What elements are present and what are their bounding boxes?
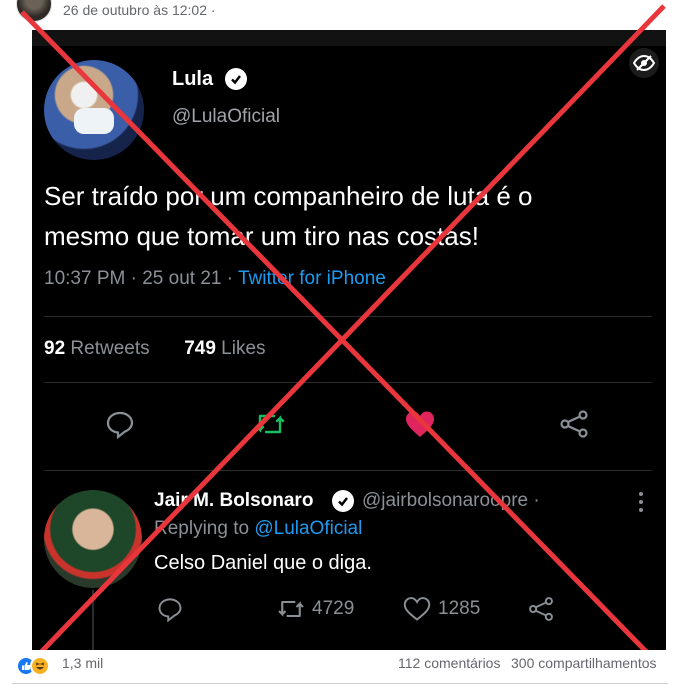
divider bbox=[44, 316, 652, 317]
divider bbox=[12, 683, 668, 684]
tweet-meta: 10:37 PM · 25 out 21 · Twitter for iPhon… bbox=[44, 268, 386, 290]
retweet-icon bbox=[278, 600, 304, 618]
reply-author-handle: @jairbolsonaroopre · bbox=[362, 490, 540, 511]
tweet-stats: 92 Retweets 749 Likes bbox=[44, 338, 266, 360]
retweet-icon bbox=[252, 406, 288, 442]
heart-icon bbox=[403, 597, 431, 621]
reply-retweet-count: 4729 bbox=[312, 598, 355, 619]
retweets-label: Retweets bbox=[65, 338, 150, 359]
haha-reaction-icon bbox=[30, 656, 50, 676]
reply-retweet-action: 4729 bbox=[276, 594, 354, 624]
likes-label: Likes bbox=[215, 338, 266, 359]
tweet-text-line-2: mesmo que tomar um tiro nas costas! bbox=[44, 221, 479, 251]
replying-mention: @LulaOficial bbox=[254, 518, 363, 539]
verified-badge-icon bbox=[332, 490, 354, 512]
divider bbox=[44, 470, 652, 471]
share-icon bbox=[556, 406, 592, 442]
replying-prefix: Replying to bbox=[154, 518, 255, 539]
thread-line bbox=[92, 590, 94, 650]
reaction-icons[interactable] bbox=[16, 654, 56, 676]
share-icon bbox=[529, 597, 553, 621]
divider bbox=[44, 382, 652, 383]
heart-icon bbox=[402, 406, 438, 442]
verified-badge-icon bbox=[225, 68, 247, 90]
reply-text: Celso Daniel que o diga. bbox=[154, 552, 372, 574]
avatar-mask bbox=[74, 108, 114, 134]
tweet-screenshot-image[interactable]: Lula @LulaOficial Ser traído por um comp… bbox=[32, 30, 666, 650]
reply-like-count: 1285 bbox=[438, 598, 481, 619]
screenshot-top-bar bbox=[32, 30, 666, 46]
shares-count[interactable]: 300 compartilhamentos bbox=[511, 655, 657, 671]
reply-author-name: Jair M. Bolsonaro bbox=[154, 490, 314, 511]
likes-count: 749 bbox=[184, 338, 216, 359]
more-options-icon bbox=[636, 490, 646, 514]
tweet-author-name: Lula bbox=[172, 68, 214, 90]
tweet-time: 10:37 PM · 25 out 21 · bbox=[44, 268, 238, 289]
reply-reply-action bbox=[156, 594, 184, 624]
author-avatar[interactable] bbox=[16, 0, 52, 22]
post-header: 26 de outubro às 12:02 · bbox=[0, 0, 680, 30]
post-footer: 1,3 mil 112 comentários 300 compartilham… bbox=[0, 650, 680, 689]
reply-share-action bbox=[526, 594, 556, 624]
tweet-author-handle: @LulaOficial bbox=[172, 106, 280, 127]
bolsonaro-avatar bbox=[44, 490, 142, 588]
replying-to: Replying to @LulaOficial bbox=[154, 518, 362, 540]
reply-icon bbox=[102, 406, 138, 442]
reactions-count[interactable]: 1,3 mil bbox=[62, 655, 103, 671]
tweet-client: Twitter for iPhone bbox=[238, 268, 386, 289]
tweet-text: Ser traído por um companheiro de luta é … bbox=[44, 176, 654, 256]
view-image-eye-icon[interactable] bbox=[629, 48, 659, 78]
reply-like-action: 1285 bbox=[402, 594, 480, 624]
comments-count[interactable]: 112 comentários bbox=[398, 655, 500, 671]
post-timestamp[interactable]: 26 de outubro às 12:02 · bbox=[63, 2, 216, 18]
tweet-text-line-1: Ser traído por um companheiro de luta é … bbox=[44, 181, 533, 211]
retweets-count: 92 bbox=[44, 338, 66, 359]
